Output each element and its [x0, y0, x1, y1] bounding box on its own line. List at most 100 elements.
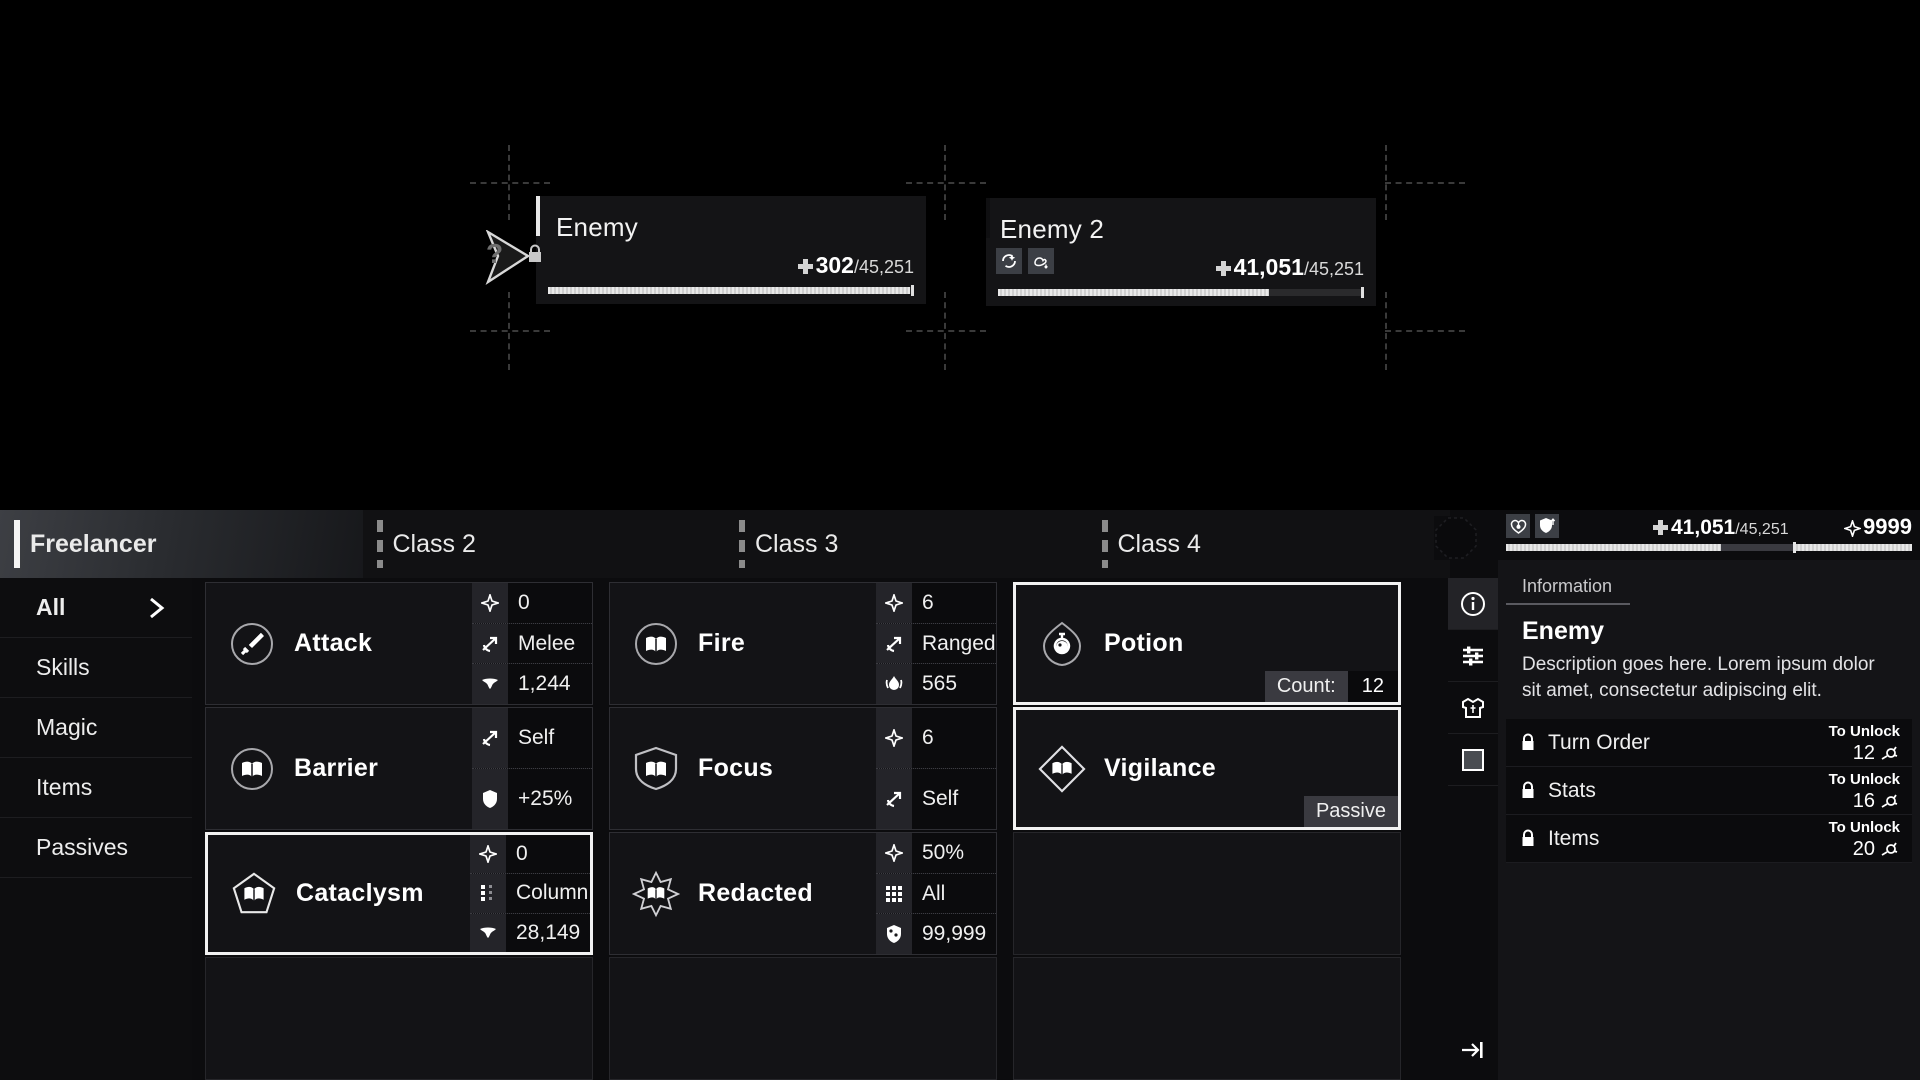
filter-all[interactable]: All [0, 578, 192, 638]
unlock-row-stats[interactable]: Stats To Unlock 16 [1506, 767, 1912, 816]
tab-class-3[interactable]: Class 3 [725, 510, 1088, 578]
skill-card-main: Cataclysm [208, 835, 470, 952]
rail-button-equipment[interactable] [1448, 682, 1498, 734]
unlock-label: Items [1548, 826, 1600, 850]
information-panel: Information Enemy Description goes here.… [1498, 560, 1920, 1080]
enemy2-hp-bar-fill [998, 289, 1269, 296]
unlock-row-items[interactable]: Items To Unlock 20 [1506, 815, 1912, 864]
skill-stats: 6 Ranged 565 [876, 583, 996, 705]
player-mp-bar [1794, 544, 1912, 551]
skill-card-barrier[interactable]: Barrier Self +25% [205, 707, 593, 830]
buff-refresh-icon[interactable] [996, 248, 1022, 274]
skill-stats: 6 Self [876, 708, 996, 829]
filter-magic[interactable]: Magic [0, 698, 192, 758]
rail-button-info[interactable] [1448, 578, 1498, 630]
rail-button-settings[interactable] [1448, 630, 1498, 682]
tab-class-2[interactable]: Class 2 [362, 510, 725, 578]
skill-card-empty [205, 957, 593, 1080]
filter-label: Passives [36, 834, 129, 860]
enemy2-name-accent [986, 198, 990, 238]
info-title: Enemy [1522, 617, 1604, 645]
unlock-cost-value: 16 [1852, 790, 1875, 813]
unlock-cost-group: To Unlock 20 [1829, 819, 1900, 861]
filter-label: Skills [36, 654, 90, 680]
tab-freelancer[interactable]: Freelancer [0, 510, 363, 578]
filter-skills[interactable]: Skills [0, 638, 192, 698]
skill-name: Attack [294, 629, 373, 657]
dark-shield-icon [876, 914, 912, 955]
tab-class-4[interactable]: Class 4 [1087, 510, 1450, 578]
enemy-card-1[interactable]: Enemy 302/45,251 [529, 196, 926, 304]
skill-column-2: Fire 6 Ranged 565 Focus 6 Self Redacted … [609, 582, 997, 1080]
right-panel: 41,051/45,251 9999 Information Enemy Des… [1434, 510, 1920, 1080]
stat-row: 565 [876, 664, 996, 705]
stat-row: 0 [472, 583, 592, 624]
stat-row: All [876, 873, 996, 915]
skill-card-cataclysm[interactable]: Cataclysm 0 Column 28,149 [205, 832, 593, 955]
enemy-name-accent [536, 196, 540, 236]
lock-icon [1520, 733, 1536, 752]
unlock-cost: 16 [1829, 789, 1900, 813]
skill-card-main: Redacted [610, 833, 876, 954]
sliders-icon [1460, 643, 1486, 669]
stat-value: All [912, 873, 996, 914]
skill-card-attack[interactable]: Attack 0 Melee 1,244 [205, 582, 593, 705]
skill-card-fire[interactable]: Fire 6 Ranged 565 [609, 582, 997, 705]
filter-label: Magic [36, 714, 98, 740]
flask-icon [1038, 620, 1086, 668]
mp-diamond-icon [876, 833, 912, 873]
information-tab[interactable]: Information [1506, 574, 1631, 605]
enemy2-status-effects [996, 248, 1054, 274]
unlock-label: Turn Order [1548, 730, 1650, 754]
skill-column-1: Attack 0 Melee 1,244 Barrier Self +25% C… [205, 582, 593, 1080]
unlock-row-turn-order[interactable]: Turn Order To Unlock 12 [1506, 719, 1912, 768]
strength-down-icon[interactable] [1028, 248, 1054, 274]
skill-name: Fire [698, 629, 746, 657]
stat-row: 1,244 [472, 664, 592, 705]
sword-icon [228, 620, 276, 668]
stat-value: 6 [912, 583, 996, 623]
stat-value: 1,244 [508, 664, 592, 705]
filter-label: All [36, 594, 66, 620]
mp-amount: 9999 [1863, 514, 1912, 539]
skill-card-vigilance[interactable]: Vigilance Passive [1013, 707, 1401, 830]
book-icon [230, 870, 278, 918]
stat-value: Column [506, 874, 590, 913]
skill-card-empty [1013, 957, 1401, 1080]
player-mp-bar-fill [1794, 544, 1912, 551]
book-icon [632, 870, 680, 918]
skill-name: Cataclysm [296, 879, 424, 907]
enemy-name: Enemy [556, 212, 638, 242]
mp-diamond-icon [472, 583, 508, 623]
tab-edge [1101, 520, 1108, 568]
shield-up-icon[interactable] [1535, 514, 1559, 538]
unlock-cost-value: 20 [1852, 838, 1875, 861]
enemy2-hp-bar [998, 287, 1364, 298]
enemy2-hp-bar-tip [1361, 287, 1364, 298]
lock-icon [526, 244, 542, 262]
book-icon [632, 745, 680, 793]
enemy2-name: Enemy 2 [1000, 214, 1105, 244]
filter-items[interactable]: Items [0, 758, 192, 818]
skill-card-redacted[interactable]: Redacted 50% All 99,999 [609, 832, 997, 955]
stat-value: +25% [508, 769, 592, 829]
rail-button-square[interactable] [1448, 734, 1498, 786]
skill-card-empty [1013, 832, 1401, 955]
stat-value: 99,999 [912, 914, 996, 955]
heart-fire-icon[interactable] [1506, 514, 1530, 538]
stat-row: Column [470, 874, 590, 914]
stat-row: 50% [876, 833, 996, 874]
skill-column-3: Potion Count: 12 Vigilance Passive [1013, 582, 1401, 1080]
skill-card-focus[interactable]: Focus 6 Self [609, 707, 997, 830]
command-panel: Freelancer Class 2 Class 3 Class 4 All S… [0, 510, 1920, 1080]
enemy-hp-value: 302/45,251 [797, 252, 914, 279]
skill-card-potion[interactable]: Potion Count: 12 [1013, 582, 1401, 705]
enemy-card-2[interactable]: Enemy 2 41,051/45,251 [986, 198, 1376, 306]
filter-label: Items [36, 774, 93, 800]
skill-name: Barrier [294, 754, 379, 782]
tab-label: Freelancer [30, 529, 157, 558]
square-icon [1460, 747, 1486, 773]
stat-value: 0 [506, 835, 590, 874]
rail-button-collapse[interactable] [1448, 1030, 1498, 1070]
filter-passives[interactable]: Passives [0, 818, 192, 878]
